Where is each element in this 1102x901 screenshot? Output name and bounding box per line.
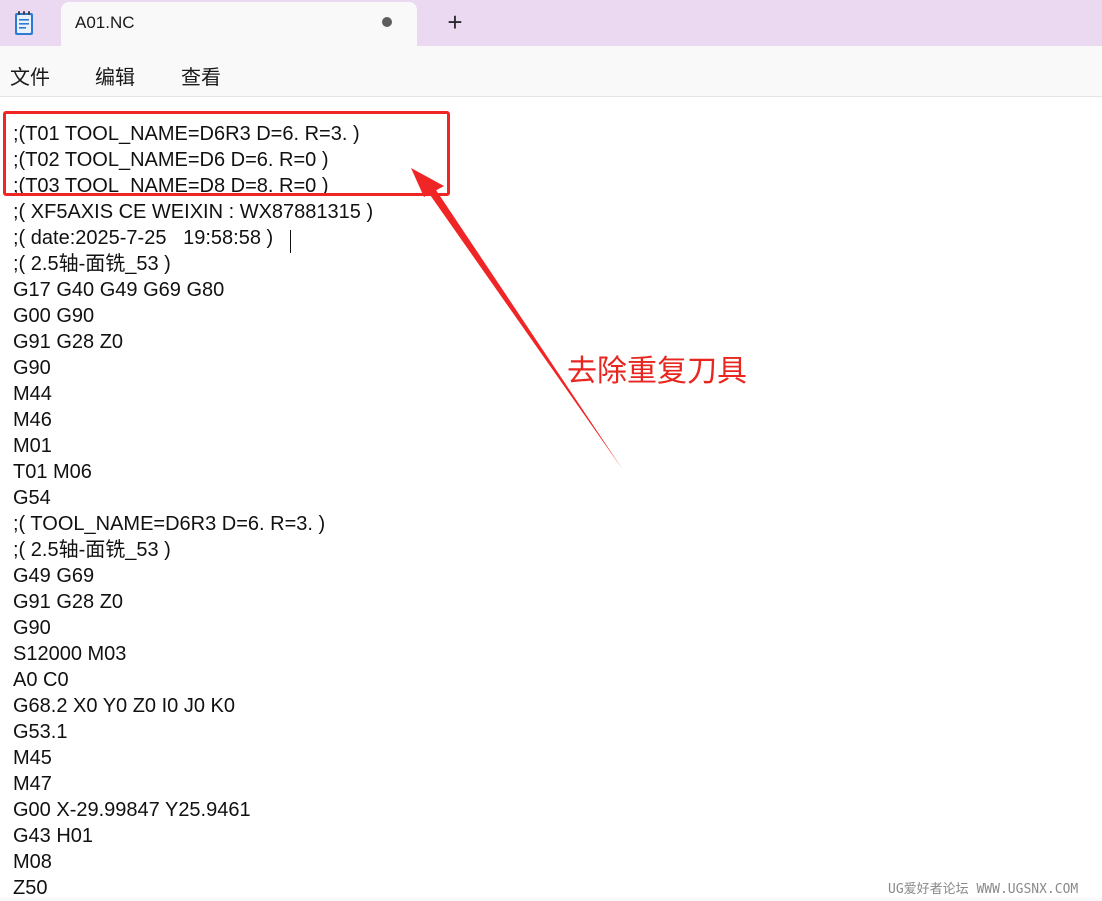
editor-line: M44 bbox=[13, 383, 52, 405]
annotation-label: 去除重复刀具 bbox=[567, 354, 747, 389]
editor-line: G00 G90 bbox=[13, 305, 95, 327]
editor-line: G68.2 X0 Y0 Z0 I0 J0 K0 bbox=[13, 695, 235, 717]
editor-line: Z50 bbox=[13, 877, 48, 899]
duplicate-tools-highlight bbox=[3, 111, 450, 196]
editor-line: M08 bbox=[13, 851, 52, 873]
editor-line: G00 X-29.99847 Y25.9461 bbox=[13, 799, 251, 821]
editor-line: G49 G69 bbox=[13, 565, 95, 587]
editor-line: M46 bbox=[13, 409, 52, 431]
editor-line: ;( 2.5轴-面铣_53 ) bbox=[13, 539, 171, 561]
title-bar: A01.NC + bbox=[0, 0, 1102, 46]
editor-line: G90 bbox=[13, 617, 51, 639]
unsaved-dot-icon[interactable] bbox=[382, 17, 392, 27]
menu-file[interactable]: 文件 bbox=[10, 61, 50, 90]
new-tab-button[interactable]: + bbox=[438, 6, 472, 40]
tab-a01-nc[interactable]: A01.NC bbox=[61, 2, 417, 46]
notepad-icon[interactable] bbox=[13, 10, 35, 36]
editor-line: G43 H01 bbox=[13, 825, 94, 847]
tab-title: A01.NC bbox=[75, 13, 135, 32]
menu-view[interactable]: 查看 bbox=[181, 61, 221, 90]
editor-line: M47 bbox=[13, 773, 52, 795]
editor-line: G90 bbox=[13, 357, 51, 379]
editor-line: G53.1 bbox=[13, 721, 68, 743]
editor-line: M45 bbox=[13, 747, 52, 769]
editor-line: A0 C0 bbox=[13, 669, 69, 691]
editor-line: G54 bbox=[13, 487, 51, 509]
editor-line: G91 G28 Z0 bbox=[13, 591, 124, 613]
watermark: UG爱好者论坛 WWW.UGSNX.COM bbox=[888, 882, 1079, 897]
editor-line: G91 G28 Z0 bbox=[13, 331, 124, 353]
text-caret bbox=[290, 230, 291, 253]
editor-line: ;( date:2025-7-25 19:58:58 ) bbox=[13, 227, 274, 249]
editor-line: M01 bbox=[13, 435, 52, 457]
editor-line: ;( 2.5轴-面铣_53 ) bbox=[13, 253, 171, 275]
editor-line: ;( XF5AXIS CE WEIXIN : WX87881315 ) bbox=[13, 201, 374, 223]
text-editor[interactable]: ;(T01 TOOL_NAME=D6R3 D=6. R=3. ) ;(T02 T… bbox=[0, 97, 1102, 899]
menu-edit[interactable]: 编辑 bbox=[95, 61, 135, 90]
editor-line: T01 M06 bbox=[13, 461, 92, 483]
editor-line: G17 G40 G49 G69 G80 bbox=[13, 279, 225, 301]
editor-line: S12000 M03 bbox=[13, 643, 127, 665]
editor-line: ;( TOOL_NAME=D6R3 D=6. R=3. ) bbox=[13, 513, 326, 535]
menu-bar: 文件 编辑 查看 bbox=[0, 46, 1102, 97]
